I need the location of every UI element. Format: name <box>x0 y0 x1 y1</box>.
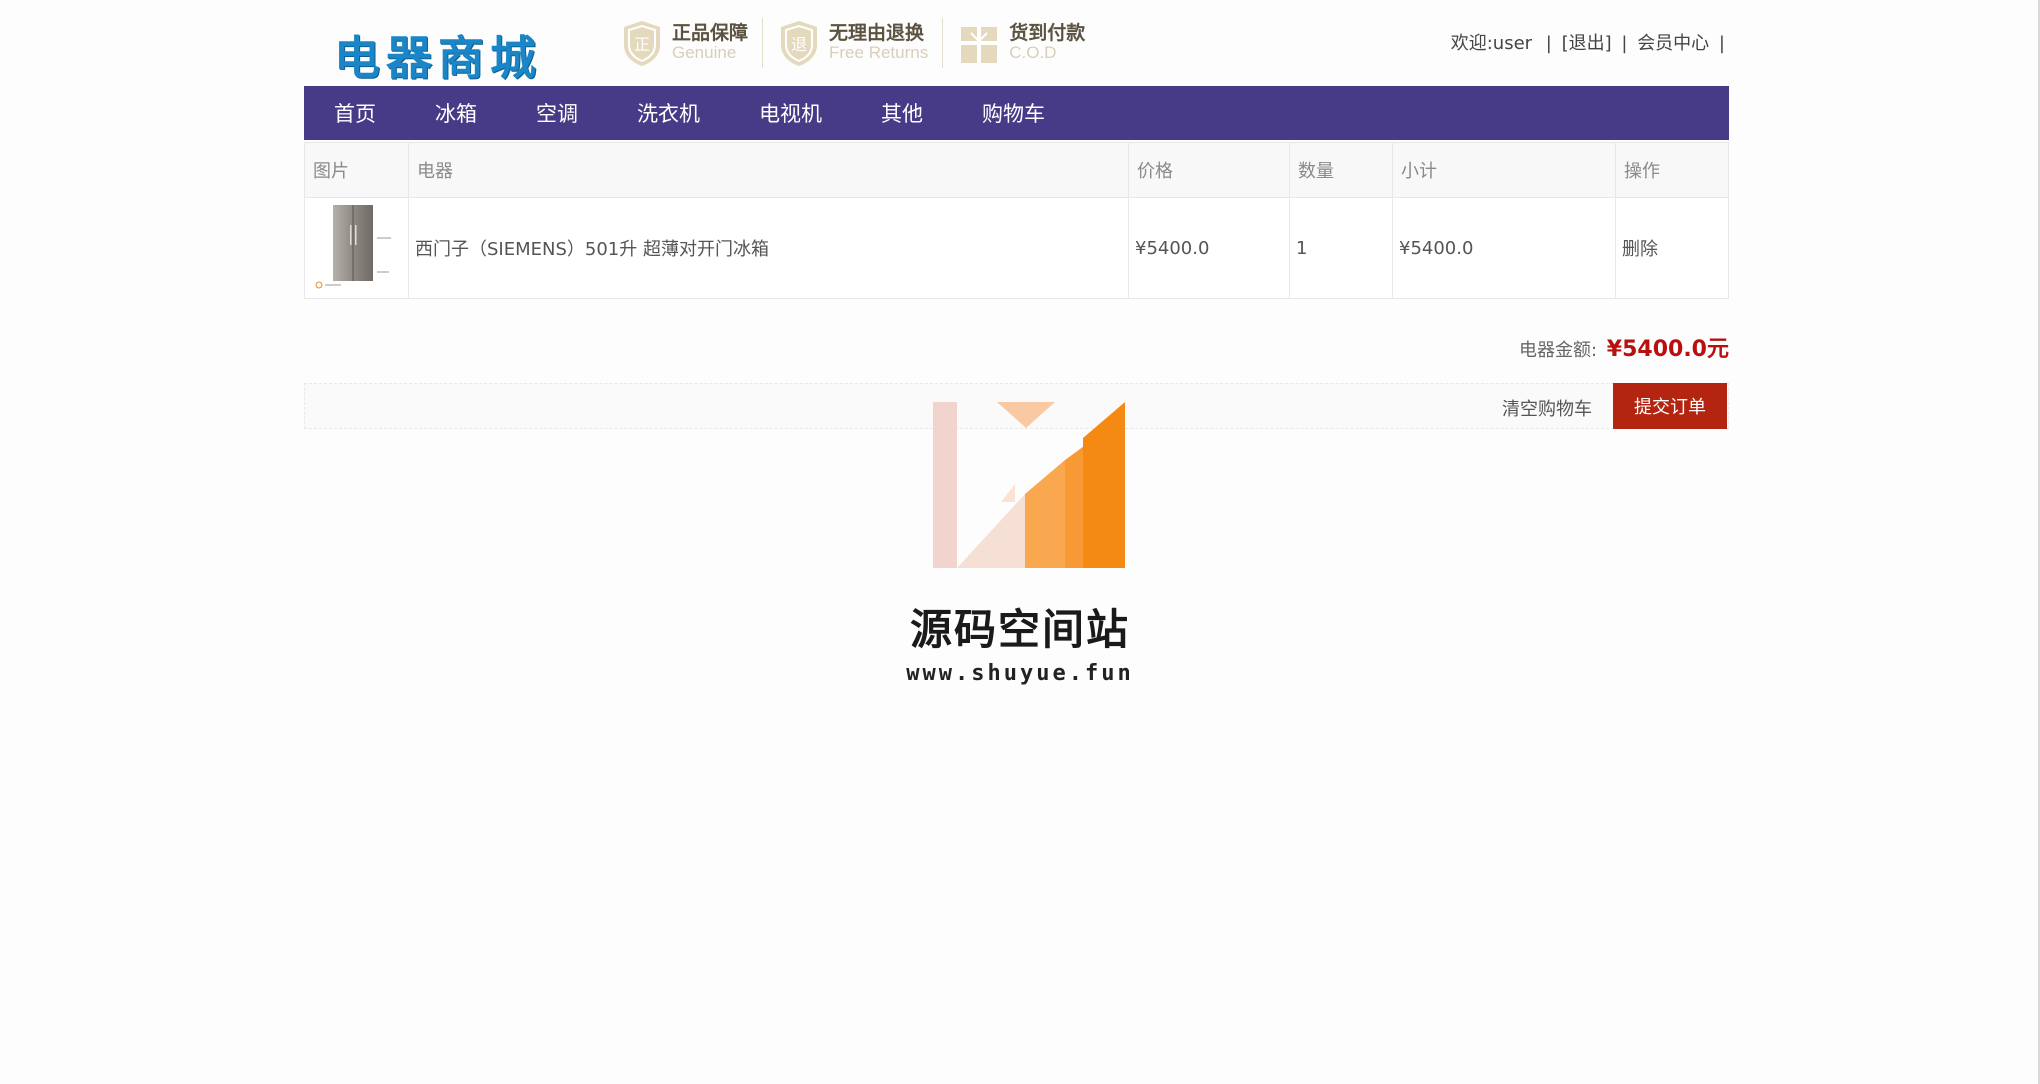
table-row: 西门子（SIEMENS）501升 超薄对开门冰箱 ¥5400.0 1 ¥5400… <box>304 197 1729 299</box>
delete-link[interactable]: 删除 <box>1615 197 1729 299</box>
product-image-cell <box>304 197 409 299</box>
column-header-image: 图片 <box>304 142 409 198</box>
gift-box-icon <box>961 27 998 63</box>
genuine-shield-icon: 正 <box>624 21 660 66</box>
separator: | <box>1621 33 1628 54</box>
badge-genuine: 正 正品保障 Genuine <box>620 18 764 68</box>
main-nav: 首页 冰箱 空调 洗衣机 电视机 其他 购物车 <box>304 86 1729 140</box>
nav-item-fridge[interactable]: 冰箱 <box>435 98 477 128</box>
clear-cart-button[interactable]: 清空购物车 <box>1502 395 1592 421</box>
badge-free-returns: 退 无理由退换 Free Returns <box>777 18 944 68</box>
product-name[interactable]: 西门子（SIEMENS）501升 超薄对开门冰箱 <box>408 197 1129 299</box>
nav-item-home[interactable]: 首页 <box>334 98 376 128</box>
watermark-url: www.shuyue.fun <box>906 661 1134 686</box>
refrigerator-image[interactable] <box>311 201 399 291</box>
watermark-title: 源码空间站 <box>909 605 1130 654</box>
badge-subtitle: C.O.D <box>1009 43 1057 63</box>
watermark: 源码空间站 www.shuyue.fun <box>900 398 1140 686</box>
column-header-quantity: 数量 <box>1289 142 1393 198</box>
column-header-action: 操作 <box>1615 142 1729 198</box>
user-bar: 欢迎:user | [退出] | 会员中心 | <box>1447 29 1729 55</box>
product-price: ¥5400.0 <box>1128 197 1290 299</box>
table-header-row: 图片 电器 价格 数量 小计 操作 <box>304 142 1729 198</box>
badge-title: 正品保障 <box>672 22 749 45</box>
nav-item-cart[interactable]: 购物车 <box>982 98 1045 128</box>
badge-subtitle: Genuine <box>672 43 737 63</box>
column-header-subtotal: 小计 <box>1392 142 1616 198</box>
nav-item-air-conditioner[interactable]: 空调 <box>536 98 578 128</box>
column-header-product: 电器 <box>408 142 1129 198</box>
welcome-text: 欢迎:user <box>1450 33 1533 54</box>
badge-glyph: 正 <box>634 35 650 54</box>
watermark-logo-icon <box>933 402 1125 568</box>
cart-table: 图片 电器 价格 数量 小计 操作 西门子（SIEMENS）501升 超薄对开门… <box>304 142 1729 299</box>
badge-glyph: 退 <box>791 35 807 54</box>
badge-title: 无理由退换 <box>829 22 925 45</box>
logout-link[interactable]: [退出] <box>1562 33 1612 54</box>
separator: | <box>1718 33 1725 54</box>
badge-title: 货到付款 <box>1009 22 1086 45</box>
nav-item-washing-machine[interactable]: 洗衣机 <box>637 98 700 128</box>
separator: | <box>1545 33 1552 54</box>
page-container: 电器商城 正 正品保障 Genuine 退 无理由退换 Free Returns… <box>304 0 1729 429</box>
total-amount: ¥5400.0元 <box>1606 337 1729 362</box>
site-header: 电器商城 正 正品保障 Genuine 退 无理由退换 Free Returns… <box>304 0 1729 86</box>
column-header-price: 价格 <box>1128 142 1290 198</box>
order-total: 电器金额: ¥5400.0元 <box>304 331 1729 363</box>
service-badges: 正 正品保障 Genuine 退 无理由退换 Free Returns 货到付款… <box>620 18 1113 68</box>
member-center-link[interactable]: 会员中心 <box>1637 33 1709 54</box>
site-logo[interactable]: 电器商城 <box>334 22 542 88</box>
badge-subtitle: Free Returns <box>829 43 929 63</box>
badge-cod: 货到付款 C.O.D <box>957 18 1099 68</box>
submit-order-button[interactable]: 提交订单 <box>1613 383 1727 429</box>
product-subtotal: ¥5400.0 <box>1392 197 1616 299</box>
nav-item-tv[interactable]: 电视机 <box>759 98 822 128</box>
nav-item-other[interactable]: 其他 <box>881 98 923 128</box>
total-label: 电器金额: <box>1518 340 1598 361</box>
free-returns-shield-icon: 退 <box>781 21 818 66</box>
product-quantity: 1 <box>1289 197 1393 299</box>
